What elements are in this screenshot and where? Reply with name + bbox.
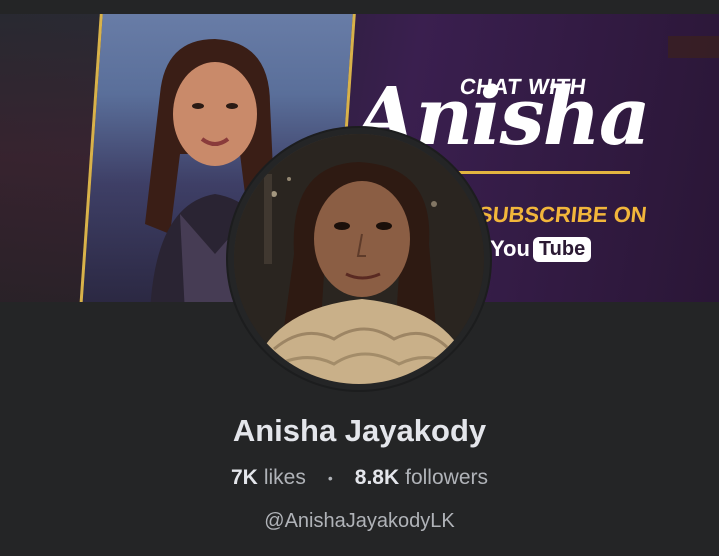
youtube-logo-you: You xyxy=(490,236,530,261)
followers-label[interactable]: followers xyxy=(405,466,488,490)
likes-label[interactable]: likes xyxy=(264,466,306,490)
stats-separator: • xyxy=(327,470,333,486)
followers-count: 8.8K xyxy=(354,466,400,489)
top-bar xyxy=(0,0,719,14)
cover-subscribe-text: SUBSCRIBE ON xyxy=(476,202,649,227)
youtube-logo-tube: Tube xyxy=(532,236,592,262)
profile-handle: @AnishaJayakodyLK xyxy=(264,510,455,532)
profile-name: Anisha Jayakody xyxy=(232,413,487,448)
likes-count: 7K xyxy=(230,466,258,489)
avatar-image xyxy=(234,134,484,384)
cover-chat-with-text: CHAT WITH xyxy=(458,74,589,99)
profile-stats: 7K likes • 8.8K followers xyxy=(0,466,719,490)
youtube-logo: You Tube xyxy=(490,236,592,262)
avatar-person-image xyxy=(234,134,484,384)
cover-corner-badge xyxy=(668,36,719,58)
avatar[interactable] xyxy=(228,128,490,390)
